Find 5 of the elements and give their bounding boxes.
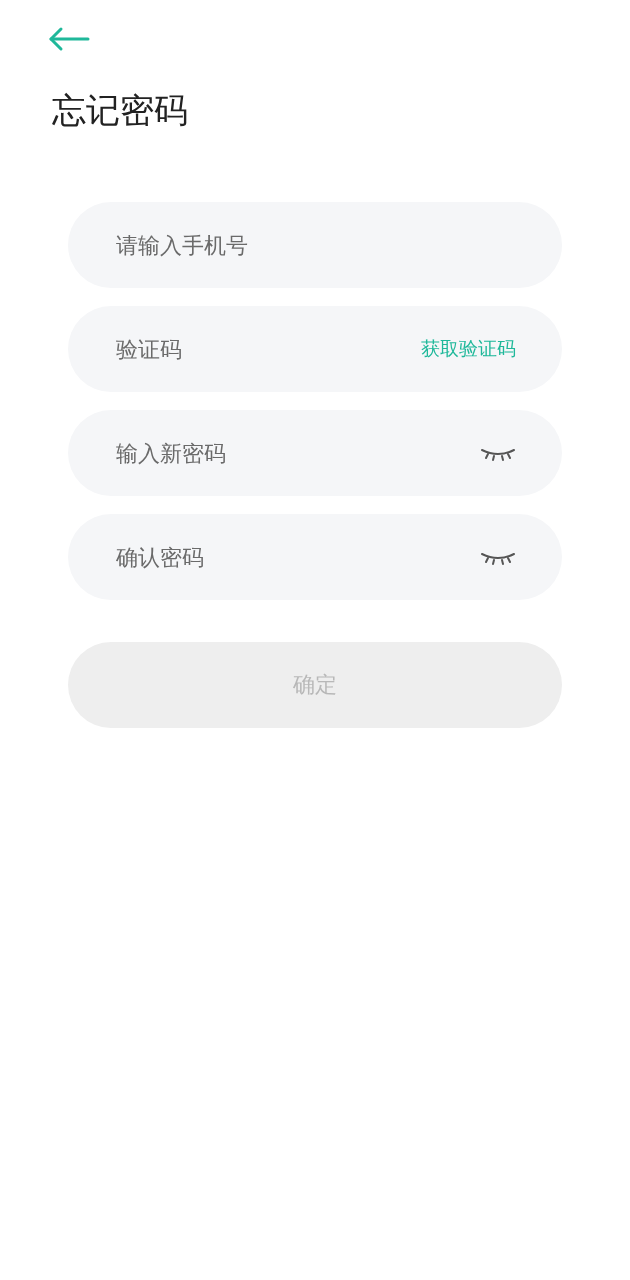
password-field[interactable]: 输入新密码 — [68, 410, 562, 497]
password-field[interactable]: 确认密码 — [68, 514, 562, 601]
get-code-link[interactable]: 获取验证码 — [421, 336, 516, 363]
page-title: 忘记密码 — [52, 89, 189, 132]
phone-field[interactable]: 请输入手机号 — [68, 202, 562, 289]
